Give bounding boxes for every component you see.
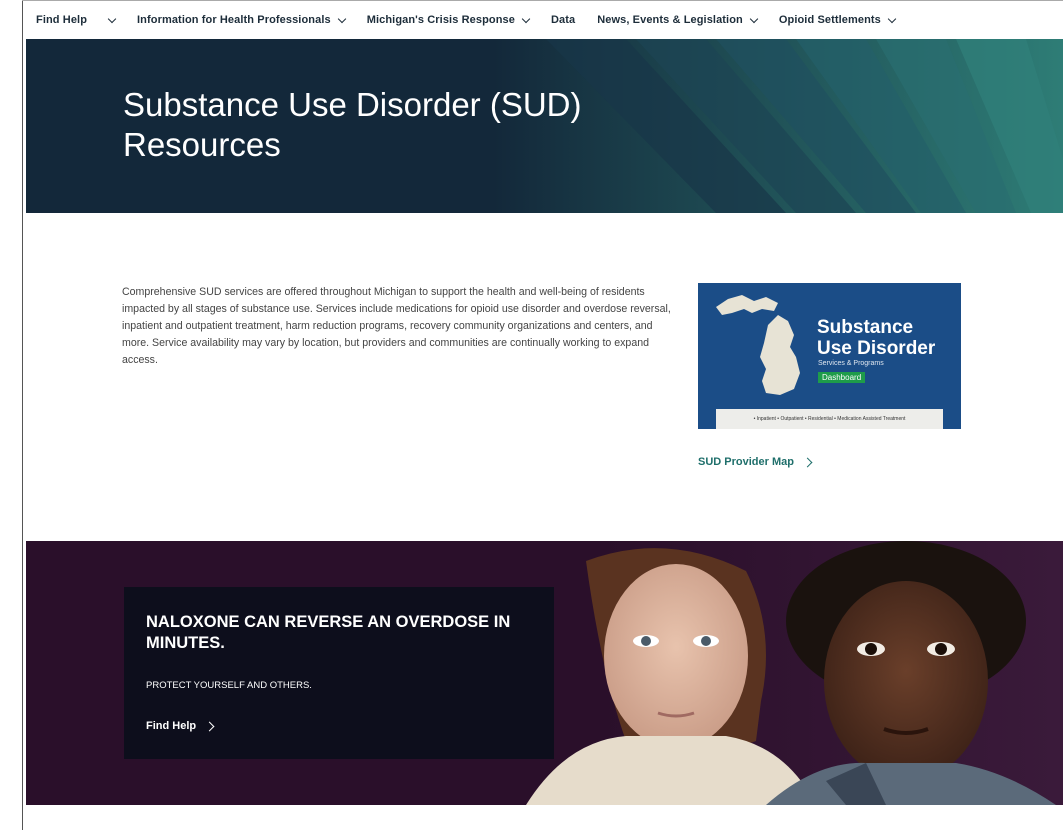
dashboard-title: Substance Use Disorder bbox=[817, 317, 935, 359]
dashboard-title-line2: Use Disorder bbox=[817, 338, 936, 359]
page-title: Substance Use Disorder (SUD) Resources bbox=[123, 86, 582, 163]
main-nav: Find Help Information for Health Profess… bbox=[23, 1, 1063, 39]
page-frame-left bbox=[22, 0, 23, 830]
chevron-down-icon bbox=[107, 14, 117, 23]
sud-dashboard-card[interactable]: Substance Use Disorder Services & Progra… bbox=[698, 283, 961, 429]
nav-item-label: Find Help bbox=[36, 14, 88, 26]
chevron-down-icon bbox=[749, 14, 759, 23]
nav-item-data[interactable]: Data bbox=[551, 14, 575, 26]
callout-headline: NALOXONE CAN REVERSE AN OVERDOSE IN MINU… bbox=[146, 613, 511, 652]
chevron-down-icon bbox=[887, 14, 897, 23]
callout-subtext: PROTECT YOURSELF AND OTHERS. bbox=[146, 680, 312, 691]
naloxone-banner: NALOXONE CAN REVERSE AN OVERDOSE IN MINU… bbox=[26, 541, 1063, 805]
hero-banner: Substance Use Disorder (SUD) Resources bbox=[26, 39, 1063, 213]
sud-provider-map-link[interactable]: SUD Provider Map bbox=[698, 456, 813, 468]
chevron-down-icon bbox=[521, 14, 531, 23]
dashboard-subtitle: Services & Programs bbox=[818, 360, 884, 367]
intro-paragraph: Comprehensive SUD services are offered t… bbox=[122, 286, 671, 366]
provider-link-label: SUD Provider Map bbox=[698, 456, 794, 468]
chevron-right-icon bbox=[204, 721, 215, 731]
nav-item-health-professionals[interactable]: Information for Health Professionals bbox=[137, 14, 346, 26]
nav-item-label: Information for Health Professionals bbox=[137, 14, 331, 26]
dashboard-title-line1: Substance bbox=[817, 317, 914, 338]
dashboard-footer: • Inpatient • Outpatient • Residential •… bbox=[716, 409, 943, 429]
naloxone-callout: NALOXONE CAN REVERSE AN OVERDOSE IN MINU… bbox=[124, 587, 554, 759]
nav-item-news-events[interactable]: News, Events & Legislation bbox=[597, 14, 759, 26]
dashboard-badge: Dashboard bbox=[818, 372, 866, 383]
nav-item-label: Michigan's Crisis Response bbox=[366, 14, 515, 26]
nav-item-find-help[interactable]: Find Help bbox=[36, 14, 117, 26]
nav-item-label: Data bbox=[550, 14, 576, 26]
nav-item-opioid-settlements[interactable]: Opioid Settlements bbox=[778, 14, 897, 26]
nav-item-label: Opioid Settlements bbox=[778, 14, 881, 26]
nav-item-crisis-response[interactable]: Michigan's Crisis Response bbox=[366, 14, 531, 26]
find-help-label: Find Help bbox=[146, 720, 197, 732]
michigan-map-icon bbox=[716, 295, 800, 395]
nav-item-label: News, Events & Legislation bbox=[597, 14, 743, 26]
find-help-link[interactable]: Find Help bbox=[146, 720, 215, 732]
chevron-down-icon bbox=[337, 14, 346, 23]
chevron-right-icon bbox=[802, 457, 813, 467]
